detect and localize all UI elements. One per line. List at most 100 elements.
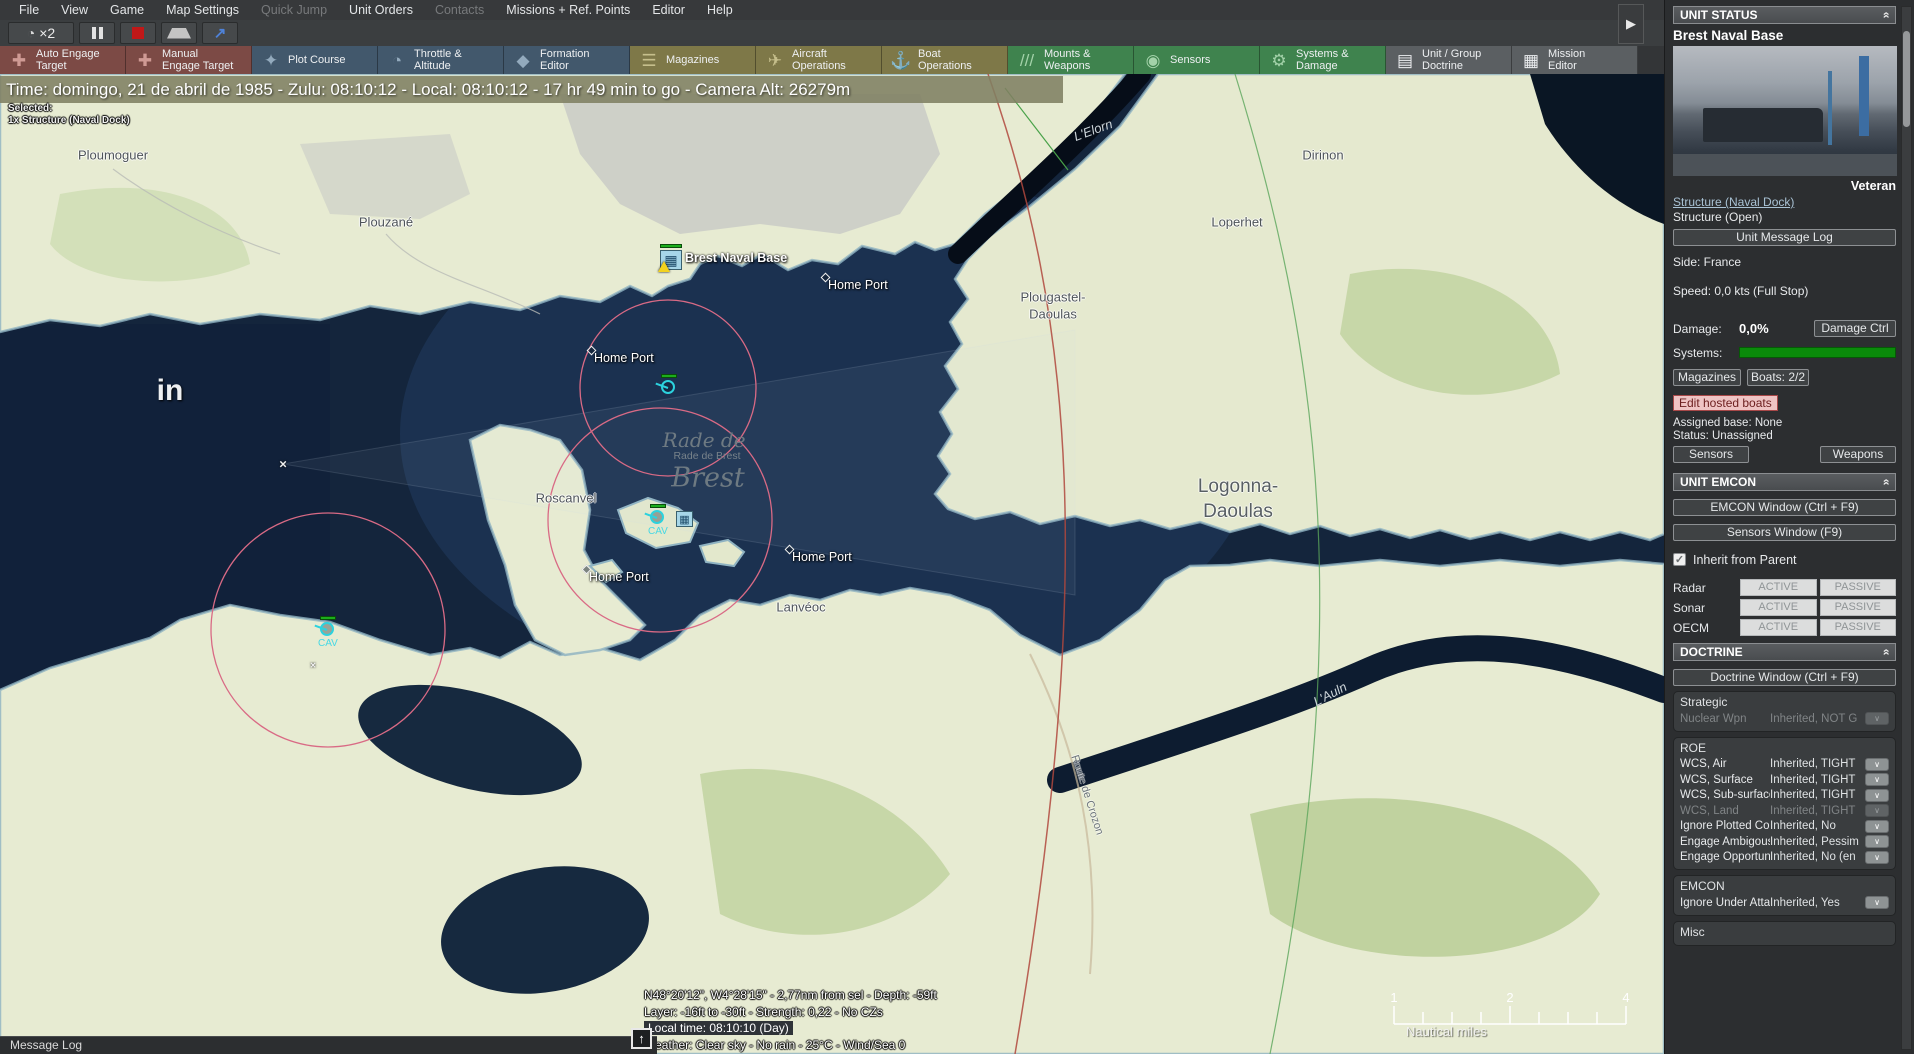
dropdown-arrow-icon[interactable]: ∨ [1865, 804, 1889, 817]
plot-course-button[interactable]: ✦Plot Course [252, 46, 378, 74]
formation-editor-button[interactable]: ◆FormationEditor [504, 46, 630, 74]
menu-editor[interactable]: Editor [641, 0, 696, 20]
menu-missions-ref-points[interactable]: Missions + Ref. Points [495, 0, 641, 20]
damage-value: 0,0% [1739, 321, 1769, 336]
time-compression-button[interactable]: ◔ ×2 [8, 22, 74, 44]
doctrine-group-strategic: StrategicNuclear WpnInherited, NOT G∨ [1673, 691, 1896, 732]
collapse-icon[interactable]: » [1879, 649, 1893, 656]
pause-button[interactable] [79, 22, 115, 44]
doctrine-group-misc: Misc [1673, 921, 1896, 946]
dropdown-arrow-icon[interactable]: ∨ [1865, 820, 1889, 833]
message-log-bar[interactable]: Message Log [0, 1036, 657, 1054]
radar-passive-button[interactable]: PASSIVE [1820, 579, 1897, 596]
group-header: ROE [1680, 741, 1889, 755]
doctrine-row-wcs-air: WCS, AirInherited, TIGHT∨ [1680, 757, 1889, 773]
doctrine-label: Engage Ambigous [1680, 836, 1770, 848]
sensors-button[interactable]: Sensors [1673, 446, 1749, 463]
oecm-active-button[interactable]: ACTIVE [1740, 619, 1817, 636]
up-arrow-icon: ↑ [638, 1031, 645, 1046]
home-port-label: Home Port [828, 278, 888, 292]
dropdown-arrow-icon[interactable]: ∨ [1865, 789, 1889, 802]
weapons-button[interactable]: Weapons [1820, 446, 1896, 463]
assigned-status: Status: Unassigned [1673, 430, 1896, 442]
doctrine-value: Inherited, NOT G [1770, 713, 1862, 725]
menu-file[interactable]: File [8, 0, 50, 20]
unit-group-doctrine-button[interactable]: ▤Unit / GroupDoctrine [1386, 46, 1512, 74]
collapse-icon[interactable]: » [1879, 12, 1893, 19]
reference-point-icon[interactable]: × [279, 457, 287, 472]
sonar-active-button[interactable]: ACTIVE [1740, 599, 1817, 616]
assigned-base: Assigned base: None [1673, 417, 1896, 429]
boat-operations-label: BoatOperations [918, 48, 972, 72]
manual-engage-target-button[interactable]: ✚ManualEngage Target [126, 46, 252, 74]
doctrine-value: Inherited, Pessim [1770, 836, 1862, 848]
map-viewport[interactable]: 1 2 4 Time: domingo, 21 de abril de 1985… [0, 74, 1664, 1054]
doctrine-window-button[interactable]: Doctrine Window (Ctrl + F9) [1673, 669, 1896, 686]
doctrine-label: WCS, Air [1680, 758, 1770, 770]
message-log-expand-button[interactable]: ↑ [631, 1028, 652, 1049]
mission-editor-button[interactable]: ▦ MissionEditor [1512, 46, 1638, 74]
mounts-weapons-button[interactable]: ///Mounts &Weapons [1008, 46, 1134, 74]
sonar-passive-button[interactable]: PASSIVE [1820, 599, 1897, 616]
doctrine-value: Inherited, TIGHT [1770, 805, 1862, 817]
doctrine-header[interactable]: DOCTRINE » [1673, 643, 1896, 661]
inherit-from-parent-checkbox[interactable]: ✓ [1673, 553, 1686, 566]
command-app: FileViewGameMap SettingsQuick JumpUnit O… [0, 0, 1914, 1054]
magazines-button[interactable]: Magazines [1673, 369, 1741, 386]
oecm-passive-button[interactable]: PASSIVE [1820, 619, 1897, 636]
collapse-icon[interactable]: » [1879, 479, 1893, 486]
menu-map-settings[interactable]: Map Settings [155, 0, 250, 20]
reference-point-icon[interactable]: × [310, 661, 316, 672]
unit-type-link[interactable]: Structure (Naval Dock) [1673, 195, 1896, 209]
radar-active-button[interactable]: ACTIVE [1740, 579, 1817, 596]
menu-view[interactable]: View [50, 0, 99, 20]
jump-button[interactable]: ↗ [202, 22, 238, 44]
systems-damage-icon: ⚙ [1267, 52, 1291, 69]
sensors-button[interactable]: ◉Sensors [1134, 46, 1260, 74]
doctrine-label: Ignore Under Attack [1680, 897, 1770, 909]
recorder-button[interactable] [161, 22, 197, 44]
magazines-button[interactable]: ☰Magazines [630, 46, 756, 74]
menu-game[interactable]: Game [99, 0, 155, 20]
stop-icon [132, 27, 144, 39]
naval-base-icon[interactable]: ▦ [660, 250, 682, 270]
plot-course-label: Plot Course [288, 54, 345, 66]
unit-status-header[interactable]: UNIT STATUS » [1673, 6, 1896, 24]
boats-button[interactable]: Boats: 2/2 [1747, 369, 1809, 386]
scrollbar-thumb[interactable] [1903, 31, 1910, 127]
throttle-altitude-button[interactable]: ◔Throttle &Altitude [378, 46, 504, 74]
toolbar-expander-button[interactable]: ▶ [1618, 4, 1644, 44]
sidebar-scrollbar[interactable] [1901, 6, 1912, 1050]
dropdown-arrow-icon[interactable]: ∨ [1865, 896, 1889, 909]
aircraft-operations-button[interactable]: ✈AircraftOperations [756, 46, 882, 74]
emcon-window-button[interactable]: EMCON Window (Ctrl + F9) [1673, 499, 1896, 516]
dropdown-arrow-icon[interactable]: ∨ [1865, 712, 1889, 725]
mission-editor-icon: ▦ [1519, 52, 1543, 69]
dropdown-arrow-icon[interactable]: ∨ [1865, 835, 1889, 848]
unit-label: Brest Naval Base [685, 251, 787, 265]
unit-subtype: Structure (Open) [1673, 210, 1896, 224]
aircraft-operations-label: AircraftOperations [792, 48, 846, 72]
scale-tick-label: 2 [1506, 990, 1513, 1005]
sensors-window-button[interactable]: Sensors Window (F9) [1673, 524, 1896, 541]
stop-button[interactable] [120, 22, 156, 44]
mission-editor-label: MissionEditor [1548, 48, 1585, 72]
emcon-sensor-label: Sonar [1673, 601, 1737, 615]
edit-hosted-boats-button[interactable]: Edit hosted boats [1673, 395, 1778, 411]
boat-operations-button[interactable]: ⚓BoatOperations [882, 46, 1008, 74]
doctrine-value: Inherited, No [1770, 820, 1862, 832]
dropdown-arrow-icon[interactable]: ∨ [1865, 773, 1889, 786]
damage-ctrl-button[interactable]: Damage Ctrl [1814, 320, 1896, 337]
menu-help[interactable]: Help [696, 0, 744, 20]
throttle-altitude-label: Throttle &Altitude [414, 48, 462, 72]
unit-emcon-header[interactable]: UNIT EMCON » [1673, 473, 1896, 491]
unit-message-log-button[interactable]: Unit Message Log [1673, 229, 1896, 246]
auto-engage-target-button[interactable]: ✚Auto EngageTarget [0, 46, 126, 74]
systems-damage-button[interactable]: ⚙Systems &Damage [1260, 46, 1386, 74]
photo-crane [1859, 56, 1869, 136]
menu-unit-orders[interactable]: Unit Orders [338, 0, 424, 20]
facility-icon[interactable]: ▦ [676, 511, 693, 527]
dropdown-arrow-icon[interactable]: ∨ [1865, 758, 1889, 771]
dropdown-arrow-icon[interactable]: ∨ [1865, 851, 1889, 864]
systems-label: Systems: [1673, 346, 1739, 360]
